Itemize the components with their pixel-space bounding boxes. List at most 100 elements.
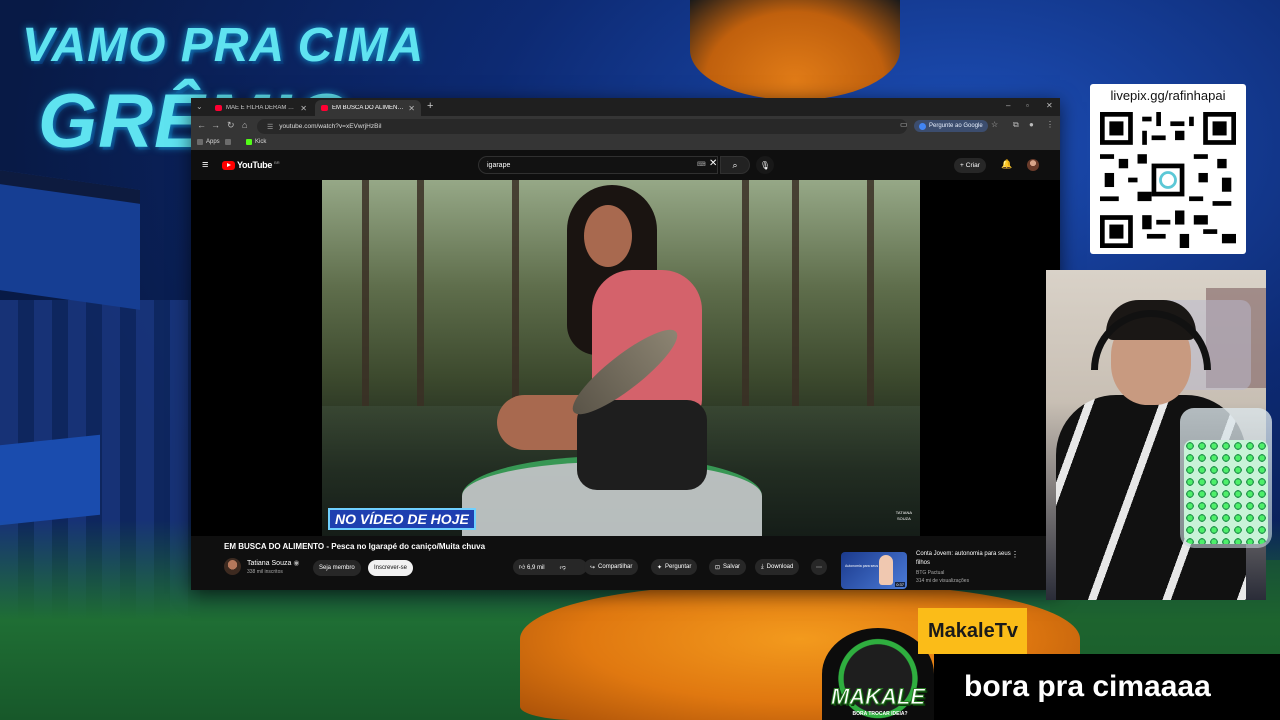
country-code: BR — [274, 160, 280, 165]
ask-google-label: Pergunte ao Google — [929, 123, 983, 129]
donation-qr-panel: livepix.gg/rafinhapai — [1090, 84, 1246, 254]
channel-avatar[interactable] — [224, 558, 241, 575]
join-label: Seja membro — [319, 565, 355, 571]
video-info: EM BUSCA DO ALIMENTO - Pesca no Igarapé … — [191, 536, 1060, 590]
bookmark-apps[interactable]: Apps — [197, 139, 220, 145]
tab-em-busca[interactable]: EM BUSCA DO ALIMENTO - Pe ✕ — [315, 100, 421, 116]
menu-icon[interactable]: ⋮ — [1046, 120, 1054, 129]
youtube-play-icon — [222, 160, 235, 170]
share-button[interactable]: ↪ Compartilhar — [584, 559, 639, 575]
cast-icon[interactable]: ▭ — [900, 120, 908, 129]
close-icon[interactable]: ✕ — [408, 104, 415, 113]
save-button[interactable]: ⊡ Salvar — [709, 559, 747, 575]
like-dislike-group: 👍︎ 6,9 mil 👎︎ — [513, 559, 587, 575]
download-button[interactable]: ⤓ Download — [755, 559, 800, 575]
maximize-icon[interactable]: ▫ — [1026, 101, 1029, 110]
reload-icon[interactable]: ↻ — [227, 120, 235, 131]
person-face — [584, 205, 632, 267]
download-label: Download — [766, 564, 794, 570]
more-icon: ⋯ — [816, 564, 822, 571]
subscriber-count: 338 mil inscritos — [247, 569, 283, 575]
subscribe-button[interactable]: Inscrever-se — [368, 560, 414, 576]
browser-window: ⌄ MÃE E FILHA DERAM EM CIMA ✕ EM BUSCA D… — [191, 98, 1060, 590]
create-label: Criar — [965, 162, 980, 169]
create-button[interactable]: + Criar — [954, 158, 986, 173]
recommendation-channel[interactable]: BTG Pactual — [916, 570, 944, 576]
tab-strip: ⌄ MÃE E FILHA DERAM EM CIMA ✕ EM BUSCA D… — [191, 98, 1060, 116]
search-icon: ⌕ — [732, 159, 738, 170]
dislike-icon[interactable]: 👎︎ — [560, 563, 566, 571]
pix-url: livepix.gg/rafinhapai — [1110, 88, 1226, 103]
video-frame[interactable]: NO VÍDEO DE HOJE TATIANA SOUZA — [322, 180, 920, 536]
gremio-flag — [0, 170, 140, 310]
keyboard-icon[interactable]: ⌨ — [697, 161, 706, 168]
tip-jar-fill — [1184, 440, 1268, 544]
badge-title: MAKALE — [830, 684, 926, 710]
url-text: youtube.com/watch?v=xEVwrjHzBiI — [279, 123, 382, 130]
recommendation-title[interactable]: Conta Jovem: autonomia para seus filhos — [916, 550, 1016, 568]
bookmark-folder-icon — [225, 139, 231, 145]
gremio-banner — [0, 434, 100, 526]
star-icon[interactable]: ☆ — [991, 120, 998, 129]
back-icon[interactable]: ← — [197, 120, 206, 130]
stream-overlay: VAMO PRA CIMA GRÊMIO ⌄ MÃE E FILHA DERAM… — [0, 0, 1280, 720]
recommendation-thumbnail[interactable]: Autonomia para seus filhos 0:37 — [841, 552, 907, 589]
tab-label: EM BUSCA DO ALIMENTO - Pe — [332, 105, 405, 111]
clear-search-icon[interactable]: ✕ — [709, 158, 717, 169]
home-icon[interactable]: ⌂ — [242, 120, 247, 130]
search-input[interactable]: igarape — [478, 156, 718, 174]
video-title: EM BUSCA DO ALIMENTO - Pesca no Igarapé … — [224, 542, 486, 551]
ask-button[interactable]: ✦ Perguntar — [651, 559, 698, 575]
window-close-icon[interactable]: ✕ — [1046, 101, 1053, 110]
address-bar[interactable]: ☰ youtube.com/watch?v=xEVwrjHzBiI — [257, 119, 907, 134]
bookmark-label: Kick — [255, 139, 267, 145]
ask-label: Perguntar — [665, 564, 692, 570]
account-avatar[interactable] — [1027, 159, 1039, 171]
streamer-name-tag: MakaleTv — [918, 608, 1027, 654]
more-options-icon[interactable]: ⋮ — [1011, 550, 1019, 559]
verified-icon: ◉ — [293, 560, 300, 567]
join-button[interactable]: Seja membro — [313, 560, 361, 576]
site-info-icon[interactable]: ☰ — [267, 123, 273, 131]
notifications-bell-icon[interactable]: 🔔 — [1001, 159, 1012, 170]
hamburger-menu-icon[interactable]: ≡ — [202, 159, 208, 171]
channel-name[interactable]: Tatiana Souza ◉ — [247, 559, 299, 567]
youtube-logo[interactable]: YouTube BR — [222, 160, 280, 170]
video-caption: NO VÍDEO DE HOJE — [328, 508, 476, 530]
channel-watermark: TATIANA SOUZA — [896, 510, 912, 522]
kick-favicon — [246, 139, 252, 145]
voice-search-button[interactable]: 🎙 — [756, 156, 774, 174]
bookmark-icon: ⊡ — [715, 564, 721, 571]
share-label: Compartilhar — [598, 564, 633, 570]
share-icon: ↪ — [590, 564, 596, 571]
character-head-art — [690, 0, 900, 100]
headline-line1: VAMO PRA CIMA — [22, 19, 425, 72]
profile-icon[interactable]: ● — [1029, 120, 1034, 129]
chat-message-bar: bora pra cimaaaa — [934, 654, 1280, 720]
ask-google-button[interactable]: Pergunte ao Google — [914, 120, 988, 132]
thumbnail-person — [879, 555, 893, 585]
person-skirt — [577, 400, 707, 490]
qr-code — [1100, 112, 1236, 248]
extensions-icon[interactable]: ⧉ — [1013, 120, 1019, 130]
youtube-masthead: ≡ YouTube BR igarape ⌨ ✕ ⌕ 🎙 + Criar 🔔 — [191, 150, 1060, 180]
tab-label: MÃE E FILHA DERAM EM CIMA — [226, 105, 297, 111]
bookmark-label: Apps — [206, 139, 220, 145]
new-tab-icon[interactable]: + — [427, 100, 433, 112]
more-actions-button[interactable]: ⋯ — [811, 559, 827, 575]
youtube-favicon — [215, 105, 222, 111]
minimize-icon[interactable]: – — [1006, 101, 1010, 110]
tab-mae-e-filha[interactable]: MÃE E FILHA DERAM EM CIMA ✕ — [209, 100, 313, 116]
tab-search-icon[interactable]: ⌄ — [196, 102, 203, 111]
apps-grid-icon — [197, 139, 203, 145]
search-query: igarape — [487, 161, 511, 169]
close-icon[interactable]: ✕ — [300, 104, 307, 113]
bookmark-folder[interactable] — [225, 139, 231, 145]
like-button[interactable]: 👍︎ 6,9 mil — [519, 563, 545, 571]
browser-toolbar: ← → ↻ ⌂ ☰ youtube.com/watch?v=xEVwrjHzBi… — [191, 116, 1060, 136]
video-player[interactable]: NO VÍDEO DE HOJE TATIANA SOUZA — [191, 180, 1060, 536]
google-lens-icon — [919, 122, 926, 130]
search-button[interactable]: ⌕ — [720, 156, 750, 174]
bookmark-kick[interactable]: Kick — [246, 139, 266, 145]
forward-icon[interactable]: → — [211, 120, 220, 130]
